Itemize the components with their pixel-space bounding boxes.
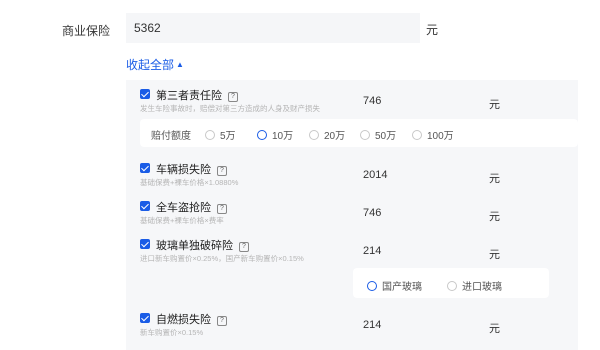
combustion-unit: 元 [489,323,500,335]
third-party-checkbox[interactable] [140,89,150,99]
caret-up-icon: ▲ [176,60,184,69]
third-party-unit: 元 [489,99,500,111]
coverage-option-label: 100万 [427,131,454,142]
help-icon[interactable]: ? [217,204,227,214]
item-title-wrap: 玻璃单独破碎险? [156,237,249,253]
third-party-desc: 发生车险事故时，赔偿对第三方造成的人身及财产损失 [140,104,320,113]
glass-option-imported[interactable]: 进口玻璃 [447,278,502,293]
combustion-checkbox[interactable] [140,313,150,323]
combustion-desc: 新车购置价×0.15% [140,328,204,337]
coverage-option-label: 5万 [220,131,236,142]
coverage-option-label: 10万 [272,131,294,142]
item-title-wrap: 车辆损失险? [156,161,227,177]
vehicle-damage-desc: 基础保费+裸车价格×1.0880% [140,178,239,187]
glass-unit: 元 [489,249,500,261]
radio-icon [309,130,319,140]
glass-desc: 进口新车购置价×0.25%，国产新车购置价×0.15% [140,254,304,263]
glass-option-domestic[interactable]: 国产玻璃 [367,278,422,293]
help-icon[interactable]: ? [239,242,249,252]
glass-checkbox[interactable] [140,239,150,249]
commercial-insurance-input[interactable] [126,13,420,43]
collapse-all-link[interactable]: 收起全部 ▲ [126,56,184,73]
theft-value: 746 [363,207,382,219]
vehicle-damage-checkbox[interactable] [140,163,150,173]
item-title-wrap: 全车盗抢险? [156,199,227,215]
third-party-value: 746 [363,95,382,107]
theft-unit: 元 [489,211,500,223]
coverage-option-20w[interactable]: 20万 [309,127,345,142]
coverage-option-label: 20万 [324,131,346,142]
third-party-title: 第三者责任险 [156,90,222,102]
help-icon[interactable]: ? [217,166,227,176]
radio-icon [447,281,457,291]
coverage-option-label: 50万 [375,131,397,142]
coverage-option-10w[interactable]: 10万 [257,127,293,142]
theft-desc: 基础保费+裸车价格×费率 [140,216,224,225]
glass-option-label: 国产玻璃 [382,282,422,293]
glass-title: 玻璃单独破碎险 [156,240,233,252]
help-icon[interactable]: ? [217,316,227,326]
collapse-all-label: 收起全部 [126,58,175,72]
vehicle-damage-value: 2014 [363,169,388,181]
commercial-insurance-unit: 元 [426,23,439,37]
item-title-wrap: 第三者责任险? [156,87,238,103]
coverage-option-5w[interactable]: 5万 [205,127,236,142]
theft-checkbox[interactable] [140,201,150,211]
vehicle-damage-unit: 元 [489,173,500,185]
radio-icon [412,130,422,140]
combustion-value: 214 [363,319,382,331]
vehicle-damage-title: 车辆损失险 [156,164,211,176]
radio-selected-icon [257,130,267,140]
help-icon[interactable]: ? [228,92,238,102]
glass-value: 214 [363,245,382,257]
combustion-title: 自燃损失险 [156,314,211,326]
coverage-option-100w[interactable]: 100万 [412,127,454,142]
radio-selected-icon [367,281,377,291]
glass-option-label: 进口玻璃 [462,282,502,293]
theft-title: 全车盗抢险 [156,202,211,214]
coverage-option-50w[interactable]: 50万 [360,127,396,142]
commercial-insurance-label: 商业保险 [62,24,111,38]
coverage-amount-label: 赔付额度 [151,131,191,142]
radio-icon [360,130,370,140]
item-title-wrap: 自燃损失险? [156,311,227,327]
radio-icon [205,130,215,140]
